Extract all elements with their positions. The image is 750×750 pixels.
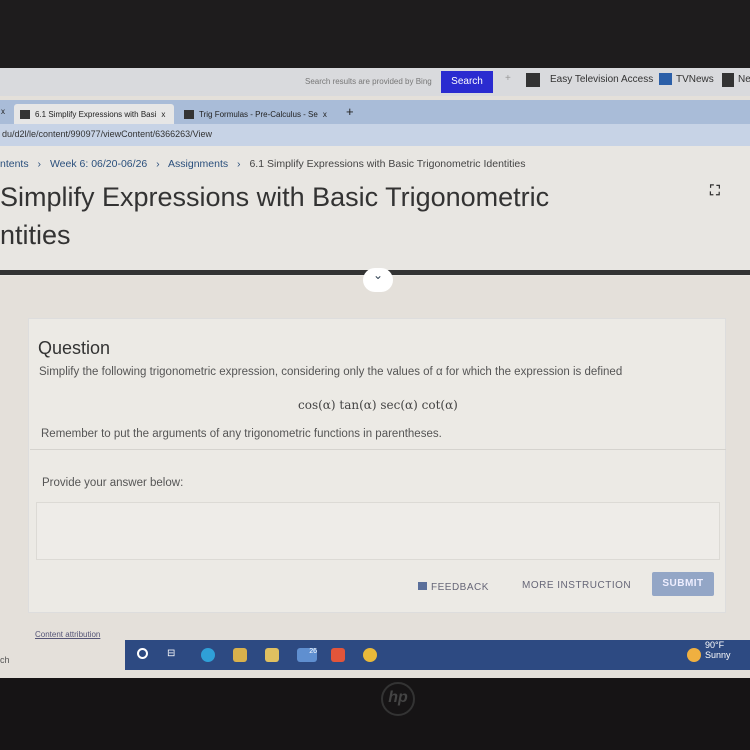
chevron-down-icon[interactable]: ⌄ [363,268,393,292]
more-instruction-button[interactable]: MORE INSTRUCTION [522,580,631,591]
submit-button[interactable]: SUBMIT [652,572,714,596]
tab-trig-formulas[interactable]: Trig Formulas - Pre-Calculus - Se x [178,104,338,124]
taskbar-search[interactable]: ch [0,640,125,672]
close-icon[interactable]: x [161,110,165,119]
tvnews-icon [659,73,672,85]
edge-icon[interactable] [201,648,215,662]
bing-notice: Search results are provided by Bing [305,77,432,86]
mail-icon[interactable]: 26 [297,648,317,662]
chrome-icon[interactable] [363,648,377,662]
bookmark-easy-tv[interactable]: Easy Television Access [550,74,653,85]
add-icon[interactable]: + [505,73,511,84]
taskbar: ⊟ 26 90°F Sunny [125,640,750,670]
weather-icon [687,648,701,662]
page-title: Simplify Expressions with Basic Trigonom… [0,182,550,250]
site-icon [20,109,30,119]
new-tab-button[interactable]: + [346,104,354,119]
bookmark-news[interactable]: Ne [738,74,750,85]
address-bar[interactable]: du/d2l/le/content/990977/viewContent/636… [0,124,750,146]
task-view-icon[interactable]: ⊟ [167,648,181,662]
content-attribution-link[interactable]: Content attribution [35,630,100,639]
breadcrumb-separator: › [237,158,241,170]
divider [30,449,726,450]
feedback-icon [418,582,427,590]
answer-label: Provide your answer below: [42,477,184,489]
tv-icon [526,73,540,87]
question-card [28,318,726,613]
tab-label: 6.1 Simplify Expressions with Basi [35,109,157,119]
question-prompt: Simplify the following trigonometric exp… [39,366,623,378]
search-button[interactable]: Search [441,71,493,93]
cortana-icon[interactable] [137,648,148,659]
news-icon [722,73,734,87]
question-note: Remember to put the arguments of any tri… [41,428,442,440]
site-icon [184,109,194,119]
feedback-label: FEEDBACK [431,582,489,593]
feedback-button[interactable]: FEEDBACK [418,582,489,593]
search-text: ch [0,655,10,665]
breadcrumb-separator: › [37,158,42,170]
bing-toolbar: Search results are provided by Bing Sear… [0,68,750,96]
question-expression: cos(α) tan(α) sec(α) cot(α) [298,398,458,412]
close-icon[interactable]: x [1,107,5,116]
tab-simplify[interactable]: 6.1 Simplify Expressions with Basi x [14,104,174,124]
office-icon[interactable] [331,648,345,662]
fullscreen-icon[interactable]: ⛶ [710,182,720,199]
breadcrumb-current: 6.1 Simplify Expressions with Basic Trig… [249,158,526,170]
breadcrumb-assignments[interactable]: Assignments [168,158,228,170]
weather-text[interactable]: 90°F Sunny [705,640,750,660]
breadcrumb-week[interactable]: Week 6: 06/20-06/26 [50,158,147,170]
hp-logo: hp [381,682,415,716]
breadcrumb: ntents › Week 6: 06/20-06/26 › Assignmen… [0,158,526,170]
tab-bar: x 6.1 Simplify Expressions with Basi x T… [0,100,750,124]
breadcrumb-contents[interactable]: ntents [0,158,29,170]
question-heading: Question [38,338,111,358]
breadcrumb-separator: › [156,158,160,170]
laptop-bezel [0,678,750,750]
answer-input[interactable] [36,502,720,560]
tab-label: Trig Formulas - Pre-Calculus - Se [199,109,318,119]
bookmark-tvnews[interactable]: TVNews [676,74,714,85]
close-icon[interactable]: x [323,110,327,119]
file-explorer-icon[interactable] [233,648,247,662]
store-icon[interactable] [265,648,279,662]
